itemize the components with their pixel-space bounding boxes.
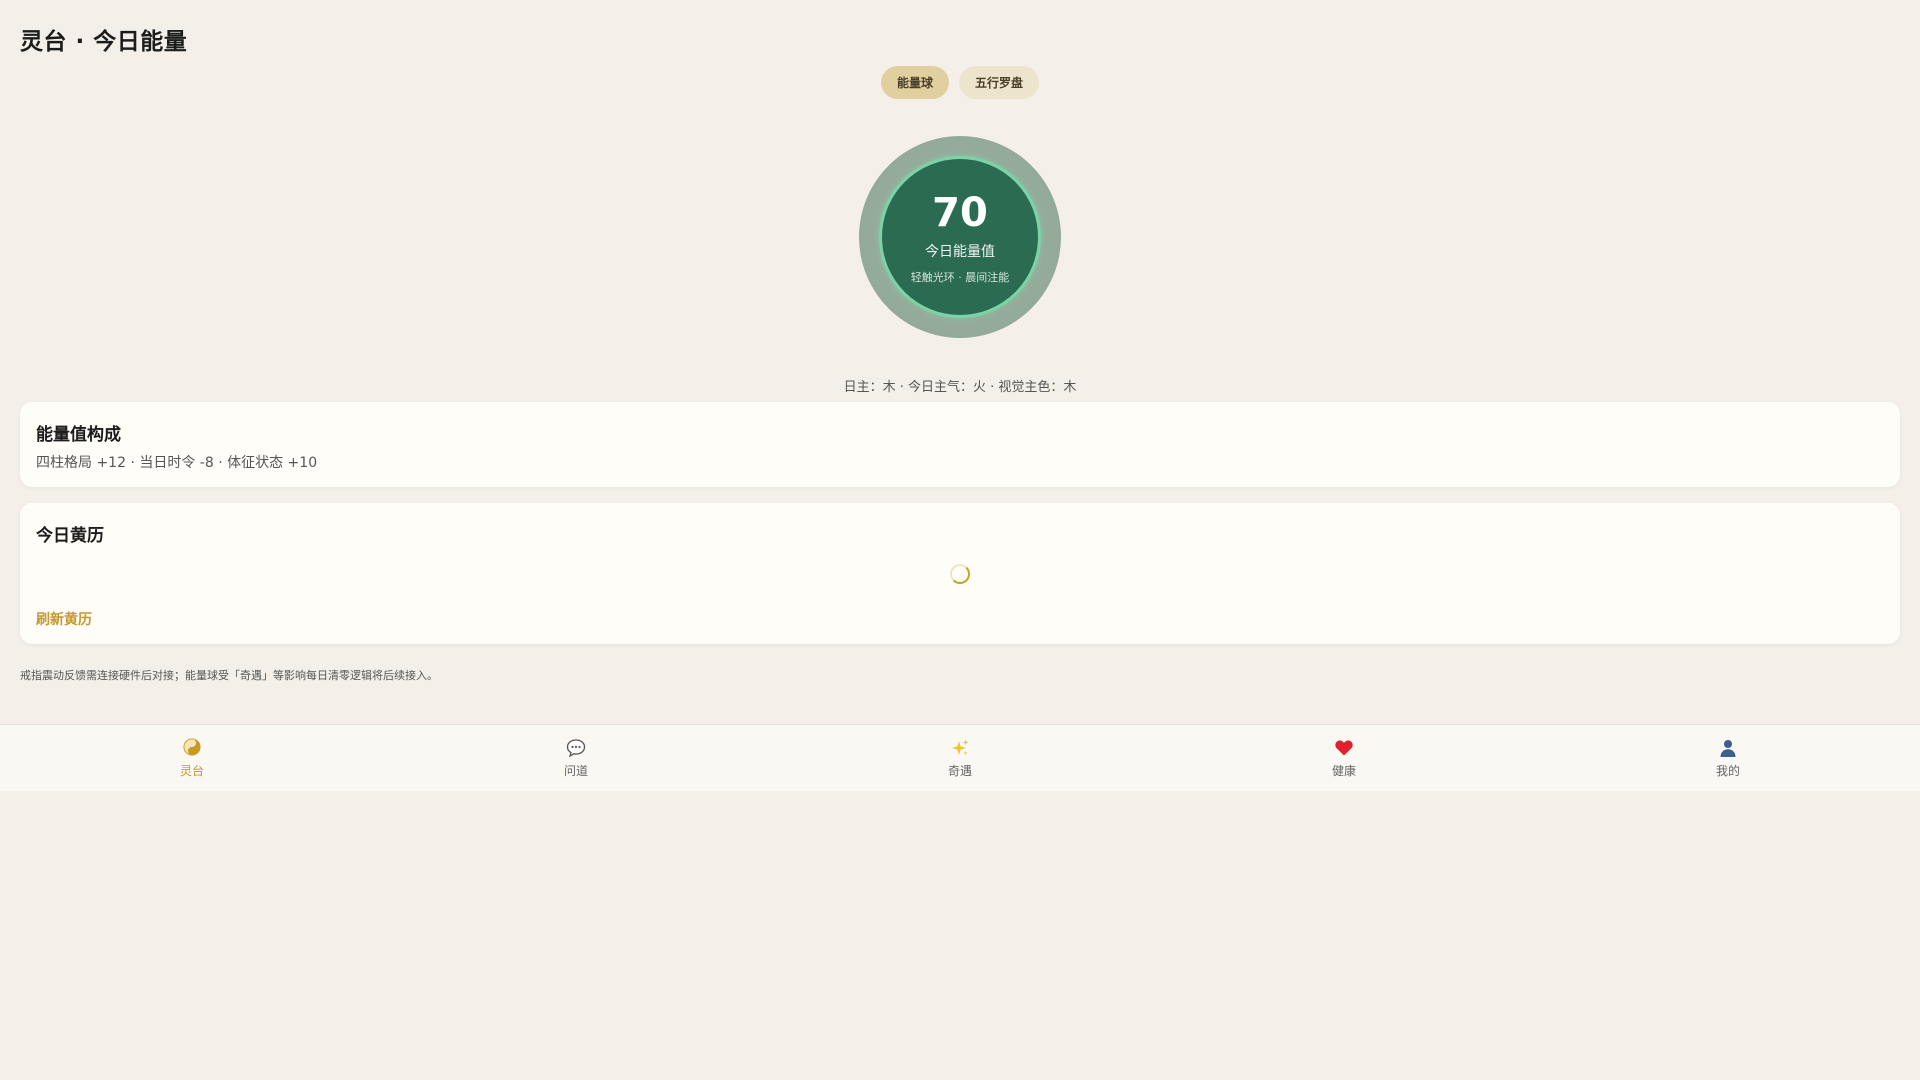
energy-value: 70 (932, 190, 988, 236)
energy-value-label: 今日能量值 (925, 244, 995, 260)
sparkles-icon (950, 738, 970, 760)
bottom-tab-bar: 灵台 问道 奇遇 健康 我的 (0, 724, 1920, 791)
day-master-summary: 日主：木 · 今日主气：火 · 视觉主色：木 (843, 380, 1077, 395)
tab-lingtai[interactable]: 灵台 (0, 725, 384, 791)
loading-spinner-icon (950, 564, 970, 584)
footnote: 戒指震动反馈需连接硬件后对接；能量球受「奇遇」等影响每日清零逻辑将后续接入。 (20, 669, 438, 682)
tab-label: 问道 (563, 763, 588, 778)
energy-orb-halo[interactable]: 70 今日能量值 轻触光环 · 晨间注能 (859, 136, 1061, 338)
tab-label: 灵台 (179, 763, 204, 778)
tab-label: 健康 (1331, 763, 1356, 778)
tab-label: 我的 (1715, 763, 1740, 778)
view-mode-toggle: 能量球 五行罗盘 (0, 66, 1920, 99)
speech-bubble-icon (566, 738, 586, 760)
page-title: 灵台 · 今日能量 (20, 29, 188, 55)
person-icon (1718, 738, 1738, 760)
yin-yang-icon (183, 737, 201, 760)
energy-composition-title: 能量值构成 (36, 425, 121, 445)
heart-icon (1334, 738, 1354, 760)
tab-qiyu[interactable]: 奇遇 (768, 725, 1152, 791)
almanac-title: 今日黄历 (36, 526, 104, 546)
energy-orb[interactable]: 70 今日能量值 轻触光环 · 晨间注能 (879, 156, 1041, 318)
energy-orb-hint: 轻触光环 · 晨间注能 (910, 271, 1010, 284)
tab-label: 奇遇 (947, 763, 972, 778)
energy-composition-text: 四柱格局 +12 · 当日时令 -8 · 体征状态 +10 (36, 455, 318, 471)
refresh-almanac-button[interactable]: 刷新黄历 (36, 609, 92, 629)
energy-orb-tab-button[interactable]: 能量球 (880, 66, 949, 99)
tab-wendao[interactable]: 问道 (384, 725, 768, 791)
tab-health[interactable]: 健康 (1152, 725, 1536, 791)
five-elements-compass-tab-button[interactable]: 五行罗盘 (959, 66, 1040, 99)
almanac-card: 今日黄历 刷新黄历 (20, 503, 1900, 644)
energy-composition-card: 能量值构成 四柱格局 +12 · 当日时令 -8 · 体征状态 +10 (20, 402, 1900, 487)
tab-profile[interactable]: 我的 (1536, 725, 1920, 791)
